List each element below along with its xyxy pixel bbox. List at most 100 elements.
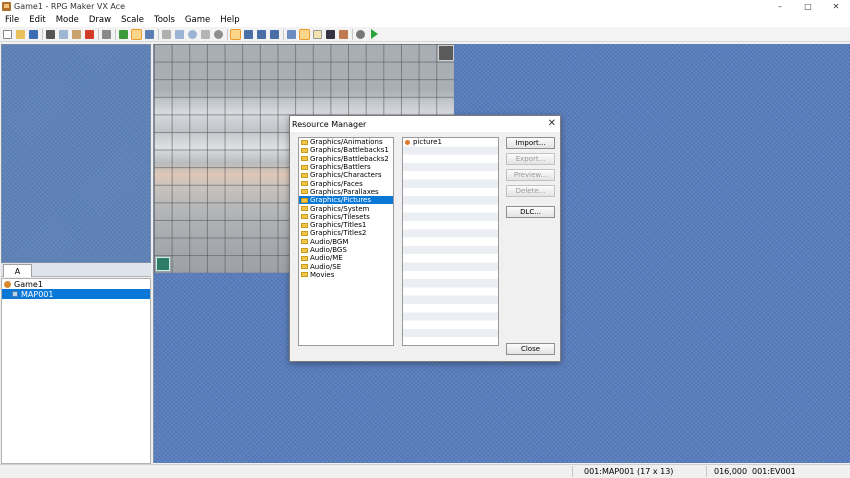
copy-icon[interactable] — [59, 29, 68, 39]
dlc-button[interactable]: DLC... — [506, 206, 555, 218]
toolbar-separator — [98, 28, 99, 40]
new-project-icon[interactable] — [3, 29, 12, 39]
menu-mode[interactable]: Mode — [51, 15, 84, 25]
scale-1-4-icon[interactable] — [257, 29, 266, 39]
playtest-icon[interactable] — [371, 29, 378, 39]
delete-icon[interactable] — [85, 29, 94, 39]
import-button[interactable]: Import... — [506, 137, 555, 149]
folder-icon — [301, 139, 308, 145]
status-coords: 016,000 — [714, 467, 748, 476]
player-start-marker[interactable] — [156, 257, 170, 271]
options-icon[interactable] — [356, 29, 365, 39]
folder-item[interactable]: Graphics/Faces — [299, 179, 393, 188]
minimize-button[interactable]: – — [766, 0, 794, 13]
dialog-close-icon[interactable]: ✕ — [548, 118, 556, 129]
folder-item[interactable]: Movies — [299, 271, 393, 279]
folder-icon — [301, 247, 308, 253]
folder-icon — [301, 181, 308, 187]
map-layer-icon[interactable] — [119, 29, 128, 39]
folder-icon — [301, 156, 308, 162]
toolbar — [0, 27, 850, 42]
folder-item[interactable]: Graphics/Battlebacks1 — [299, 146, 393, 154]
maximize-button[interactable]: □ — [794, 0, 822, 13]
file-item[interactable]: picture1 — [403, 138, 498, 146]
scale-1-1-icon[interactable] — [230, 28, 241, 40]
folder-icon — [301, 214, 308, 220]
project-name: Game1 — [14, 279, 43, 289]
resource-manager-dialog: Resource Manager ✕ Graphics/Animations G… — [289, 115, 561, 362]
window-title: Game1 - RPG Maker VX Ace — [14, 2, 126, 11]
tile-palette[interactable] — [1, 44, 151, 263]
folder-label: Graphics/Tilesets — [310, 212, 370, 221]
save-project-icon[interactable] — [29, 29, 38, 39]
folder-item[interactable]: Graphics/Titles1 — [299, 221, 393, 229]
dialog-close-button[interactable]: Close — [506, 343, 555, 355]
dialog-title: Resource Manager — [292, 119, 367, 129]
scale-1-8-icon[interactable] — [270, 29, 279, 39]
palette-tab-a[interactable]: A — [3, 264, 32, 277]
export-button[interactable]: Export... — [506, 153, 555, 165]
folder-item[interactable]: Audio/BGM — [299, 238, 393, 246]
delete-button[interactable]: Delete... — [506, 185, 555, 197]
folder-icon — [301, 172, 308, 178]
folder-item[interactable]: Audio/SE — [299, 262, 393, 271]
script-editor-icon[interactable] — [313, 29, 322, 39]
toolbar-separator — [115, 28, 116, 40]
ellipse-icon[interactable] — [188, 29, 197, 39]
menu-file[interactable]: File — [0, 15, 24, 25]
folder-item[interactable]: Graphics/Characters — [299, 171, 393, 179]
folder-label: Graphics/Pictures — [310, 196, 371, 205]
dialog-title-bar: Resource Manager ✕ — [290, 116, 560, 132]
toolbar-separator — [352, 28, 353, 40]
character-generator-icon[interactable] — [339, 29, 348, 39]
folder-item[interactable]: Graphics/Parallaxes — [299, 188, 393, 196]
folder-icon — [301, 164, 308, 170]
cut-icon[interactable] — [46, 29, 55, 39]
folder-item[interactable]: Graphics/System — [299, 204, 393, 213]
flood-fill-icon[interactable] — [201, 29, 210, 39]
event-layer-icon[interactable] — [131, 28, 142, 40]
tree-map-node[interactable]: MAP001 — [2, 289, 150, 299]
menu-help[interactable]: Help — [215, 15, 244, 25]
sound-test-icon[interactable] — [326, 29, 335, 39]
paste-icon[interactable] — [72, 29, 81, 39]
folder-list[interactable]: Graphics/Animations Graphics/Battlebacks… — [298, 137, 394, 346]
preview-button[interactable]: Preview... — [506, 169, 555, 181]
folder-icon — [301, 222, 308, 228]
folder-item[interactable]: Audio/ME — [299, 254, 393, 262]
status-bar: 001:MAP001 (17 x 13) 016,000 001:EV001 — [0, 464, 850, 478]
tree-project-node[interactable]: Game1 — [2, 279, 150, 289]
folder-item[interactable]: Audio/BGS — [299, 246, 393, 254]
close-window-button[interactable]: ✕ — [822, 0, 850, 13]
open-project-icon[interactable] — [16, 29, 25, 39]
menu-tools[interactable]: Tools — [149, 15, 180, 25]
pencil-icon[interactable] — [162, 29, 171, 39]
map-tree: Game1 MAP001 — [1, 278, 151, 464]
undo-icon[interactable] — [102, 29, 111, 39]
folder-item[interactable]: Graphics/Animations — [299, 138, 393, 146]
title-bar: Game1 - RPG Maker VX Ace – □ ✕ — [0, 0, 850, 13]
folder-icon — [301, 147, 308, 153]
menu-bar: File Edit Mode Draw Scale Tools Game Hel… — [0, 13, 850, 27]
scale-1-2-icon[interactable] — [244, 29, 253, 39]
menu-edit[interactable]: Edit — [24, 15, 50, 25]
folder-label: Graphics/Characters — [310, 171, 382, 180]
menu-draw[interactable]: Draw — [84, 15, 116, 25]
resource-manager-icon[interactable] — [299, 28, 310, 40]
folder-item-selected[interactable]: Graphics/Pictures — [299, 196, 393, 205]
folder-item[interactable]: Graphics/Titles2 — [299, 229, 393, 237]
folder-item[interactable]: Graphics/Tilesets — [299, 213, 393, 221]
database-icon[interactable] — [287, 29, 296, 39]
file-list[interactable]: picture1 — [402, 137, 499, 346]
status-event: 001:EV001 — [752, 467, 796, 476]
event-marker[interactable] — [438, 45, 454, 61]
rectangle-icon[interactable] — [175, 29, 184, 39]
menu-game[interactable]: Game — [180, 15, 215, 25]
shadow-pen-icon[interactable] — [214, 29, 223, 39]
menu-scale[interactable]: Scale — [116, 15, 149, 25]
status-divider — [706, 466, 707, 477]
region-layer-icon[interactable] — [145, 29, 154, 39]
folder-item[interactable]: Graphics/Battlebacks2 — [299, 155, 393, 163]
folder-icon — [301, 272, 308, 278]
folder-item[interactable]: Graphics/Battlers — [299, 163, 393, 171]
